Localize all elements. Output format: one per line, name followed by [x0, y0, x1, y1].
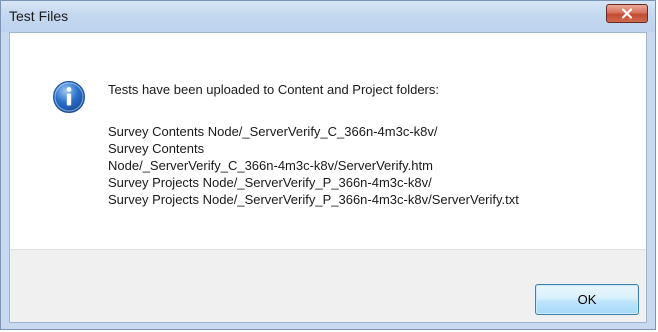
- path-line: Node/_ServerVerify_C_366n-4m3c-k8v/Serve…: [108, 158, 433, 173]
- close-button[interactable]: [606, 4, 648, 23]
- title-bar[interactable]: Test Files: [1, 1, 655, 32]
- button-bar: OK: [10, 249, 646, 322]
- dialog-client-area: Tests have been uploaded to Content and …: [9, 32, 647, 323]
- uploaded-paths-list: Survey Contents Node/_ServerVerify_C_366…: [108, 123, 519, 208]
- path-line: Survey Projects Node/_ServerVerify_P_366…: [108, 175, 432, 190]
- path-line: Survey Contents: [108, 141, 205, 156]
- ok-button[interactable]: OK: [535, 284, 639, 315]
- dialog-message: Tests have been uploaded to Content and …: [108, 82, 439, 97]
- path-line: Survey Contents Node/_ServerVerify_C_366…: [108, 124, 438, 139]
- message-area: Tests have been uploaded to Content and …: [10, 33, 646, 249]
- dialog-window: Test Files Tests have been uploaded to C…: [0, 0, 656, 330]
- path-line: Survey Projects Node/_ServerVerify_P_366…: [108, 192, 519, 207]
- window-title: Test Files: [9, 8, 69, 24]
- information-icon: [53, 81, 85, 113]
- close-icon: [621, 8, 633, 19]
